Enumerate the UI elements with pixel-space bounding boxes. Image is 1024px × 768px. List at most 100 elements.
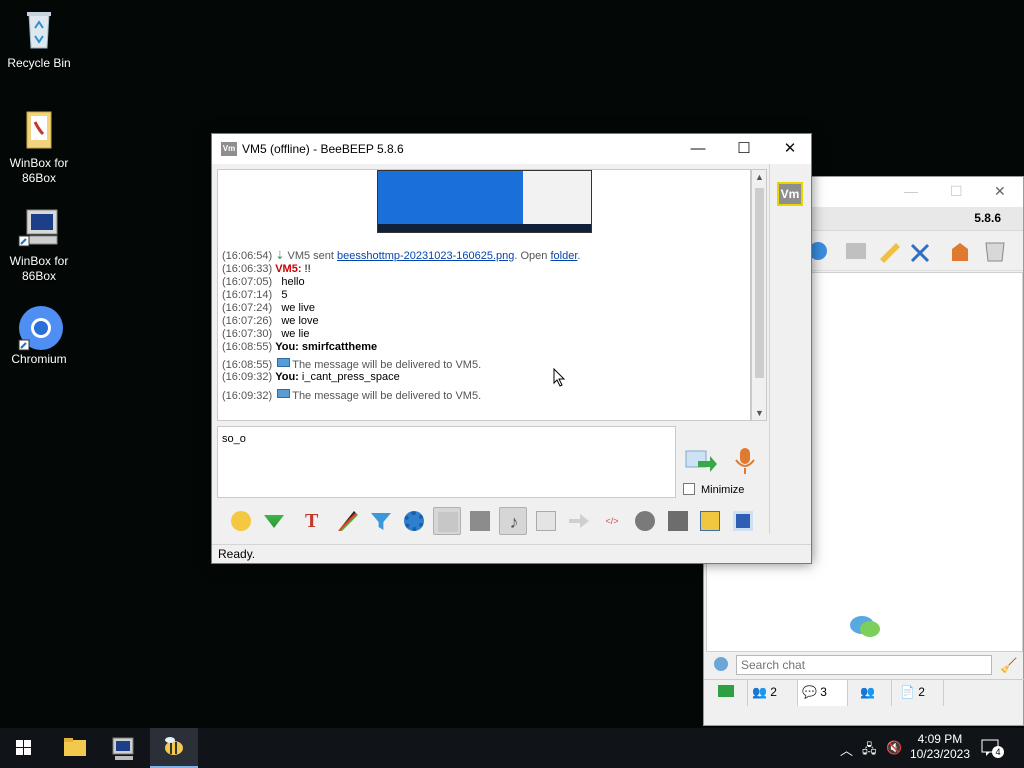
message-timestamp: (16:07:14) <box>222 289 273 301</box>
tab-chats[interactable]: 💬 3 <box>798 680 848 706</box>
scroll-down-icon[interactable]: ▼ <box>755 408 764 418</box>
clear-history-icon <box>668 511 688 531</box>
filter-button[interactable] <box>367 507 395 535</box>
message-text: we lie <box>281 328 310 340</box>
clock-time: 4:09 PM <box>917 732 963 746</box>
desktop-icon-label: WinBox for 86Box <box>9 156 69 185</box>
maximize-icon[interactable]: ☐ <box>950 183 963 200</box>
message-text: i_cant_press_space <box>298 371 400 383</box>
tab-files[interactable]: 📄 2 <box>892 680 944 706</box>
desktop-icon-winbox-shortcut[interactable]: WinBox for 86Box <box>0 206 78 284</box>
message-text: we live <box>281 302 315 314</box>
taskbar-beebeep[interactable] <box>150 728 198 768</box>
windows-start-icon <box>16 740 31 755</box>
taskbar-file-explorer[interactable] <box>50 728 98 768</box>
scrollbar-thumb[interactable] <box>755 188 764 378</box>
network-icon[interactable]: 🖧 <box>862 740 877 762</box>
font-color-button[interactable] <box>334 507 362 535</box>
message-text: 5 <box>281 289 288 301</box>
notifications-button[interactable]: 4 <box>980 738 1004 758</box>
music-note-icon: ♪ <box>509 512 519 532</box>
close-button[interactable]: ✕ <box>767 134 813 164</box>
file-link[interactable]: beesshottmp-20231023-160625.png <box>337 250 514 262</box>
message-row: (16:06:54) ⇣ VM5 sent beesshottmp-202310… <box>222 250 742 263</box>
tab-users[interactable]: 👥 2 <box>748 680 798 706</box>
message-row: (16:07:26) we love <box>222 315 742 328</box>
desktop-icon-winbox-folder[interactable]: WinBox for 86Box <box>0 108 78 186</box>
font-button[interactable]: T <box>301 507 329 535</box>
computer-icon <box>112 737 134 760</box>
minimize-icon[interactable]: — <box>904 183 918 199</box>
message-timestamp: (16:07:30) <box>222 328 273 340</box>
volume-muted-icon[interactable]: 🔇 <box>886 740 902 756</box>
chat-toolbar: T ♪ </> <box>217 504 765 538</box>
message-sender: You: <box>275 371 299 383</box>
forward-button[interactable] <box>565 507 593 535</box>
message-row: (16:08:55) The message will be delivered… <box>222 358 742 371</box>
main-toolbar-icons[interactable] <box>810 237 1010 269</box>
groups-icon: 👥 <box>860 685 875 699</box>
tab-count: 2 <box>918 685 925 699</box>
save-icon <box>733 511 753 531</box>
search-chat-input[interactable] <box>736 655 992 675</box>
folder-link[interactable]: folder <box>550 250 577 262</box>
maximize-button[interactable]: ☐ <box>721 134 767 164</box>
emoticon-button[interactable] <box>227 507 255 535</box>
desktop-icon-chromium[interactable]: Chromium <box>0 304 78 367</box>
send-file-button[interactable] <box>532 507 560 535</box>
message-row: (16:07:14) 5 <box>222 289 742 302</box>
smiley-icon <box>231 511 251 531</box>
scroll-up-icon[interactable]: ▲ <box>755 172 764 182</box>
send-button[interactable] <box>684 447 718 475</box>
app-icon: Vm <box>221 142 237 156</box>
history-scrollbar[interactable]: ▲ ▼ <box>751 169 767 421</box>
chat-window-titlebar[interactable]: Vm VM5 (offline) - BeeBEEP 5.8.6 — ☐ ✕ <box>212 134 811 164</box>
clear-button[interactable] <box>664 507 692 535</box>
word-completer-button[interactable] <box>466 507 494 535</box>
voice-message-button[interactable] <box>732 446 758 476</box>
envelope-icon <box>277 358 291 367</box>
message-sender: You: <box>275 341 299 353</box>
minimize-checkbox[interactable]: Minimize <box>683 483 744 496</box>
desktop-icon-recycle-bin[interactable]: Recycle Bin <box>0 8 78 71</box>
taskbar-winbox[interactable] <box>99 728 147 768</box>
spellcheck-button[interactable] <box>433 507 461 535</box>
monitor-icon <box>718 685 734 697</box>
download-icon <box>264 515 284 528</box>
code-icon: </> <box>605 516 619 526</box>
message-text: The message will be delivered to VM5. <box>292 359 482 371</box>
status-bar: Ready. <box>212 544 811 563</box>
message-timestamp: (16:07:05) <box>222 276 273 288</box>
minimize-label: Minimize <box>701 484 745 496</box>
message-input[interactable]: so_o <box>217 426 676 498</box>
chromium-icon <box>17 304 63 351</box>
minimize-button[interactable]: — <box>675 134 721 164</box>
chat-history[interactable]: (16:06:54) ⇣ VM5 sent beesshottmp-202310… <box>217 169 751 421</box>
tab-users-online[interactable] <box>704 680 748 706</box>
text-completer-icon <box>470 511 490 531</box>
envelope-icon <box>277 389 291 398</box>
message-timestamp: (16:07:26) <box>222 315 273 327</box>
close-icon[interactable]: ✕ <box>994 183 1006 200</box>
notes-button[interactable] <box>696 507 724 535</box>
screenshot-button[interactable] <box>631 507 659 535</box>
save-button[interactable] <box>729 507 757 535</box>
message-row: (16:07:05) hello <box>222 276 742 289</box>
tray-overflow-icon[interactable]: ︿ <box>840 740 853 759</box>
system-clock[interactable]: 4:09 PM 10/23/2023 <box>910 732 970 762</box>
chat-window[interactable]: Vm VM5 (offline) - BeeBEEP 5.8.6 — ☐ ✕ (… <box>211 133 812 564</box>
clear-search-icon[interactable]: 🧹 <box>1000 657 1017 674</box>
start-button[interactable] <box>0 728 48 768</box>
desktop-icon-label: Recycle Bin <box>7 56 71 70</box>
screenshot-thumbnail[interactable] <box>377 170 592 233</box>
save-chat-button[interactable] <box>260 507 288 535</box>
file-explorer-icon <box>64 738 86 756</box>
html-button[interactable]: </> <box>598 507 626 535</box>
color-picker-icon <box>338 511 358 531</box>
sound-button[interactable]: ♪ <box>499 507 527 535</box>
message-row: (16:06:33) VM5: !! <box>222 263 742 276</box>
checkbox-box[interactable] <box>683 483 695 495</box>
settings-button[interactable] <box>400 507 428 535</box>
tab-groups[interactable]: 👥 <box>848 680 892 706</box>
avatar[interactable]: Vm <box>777 182 803 206</box>
